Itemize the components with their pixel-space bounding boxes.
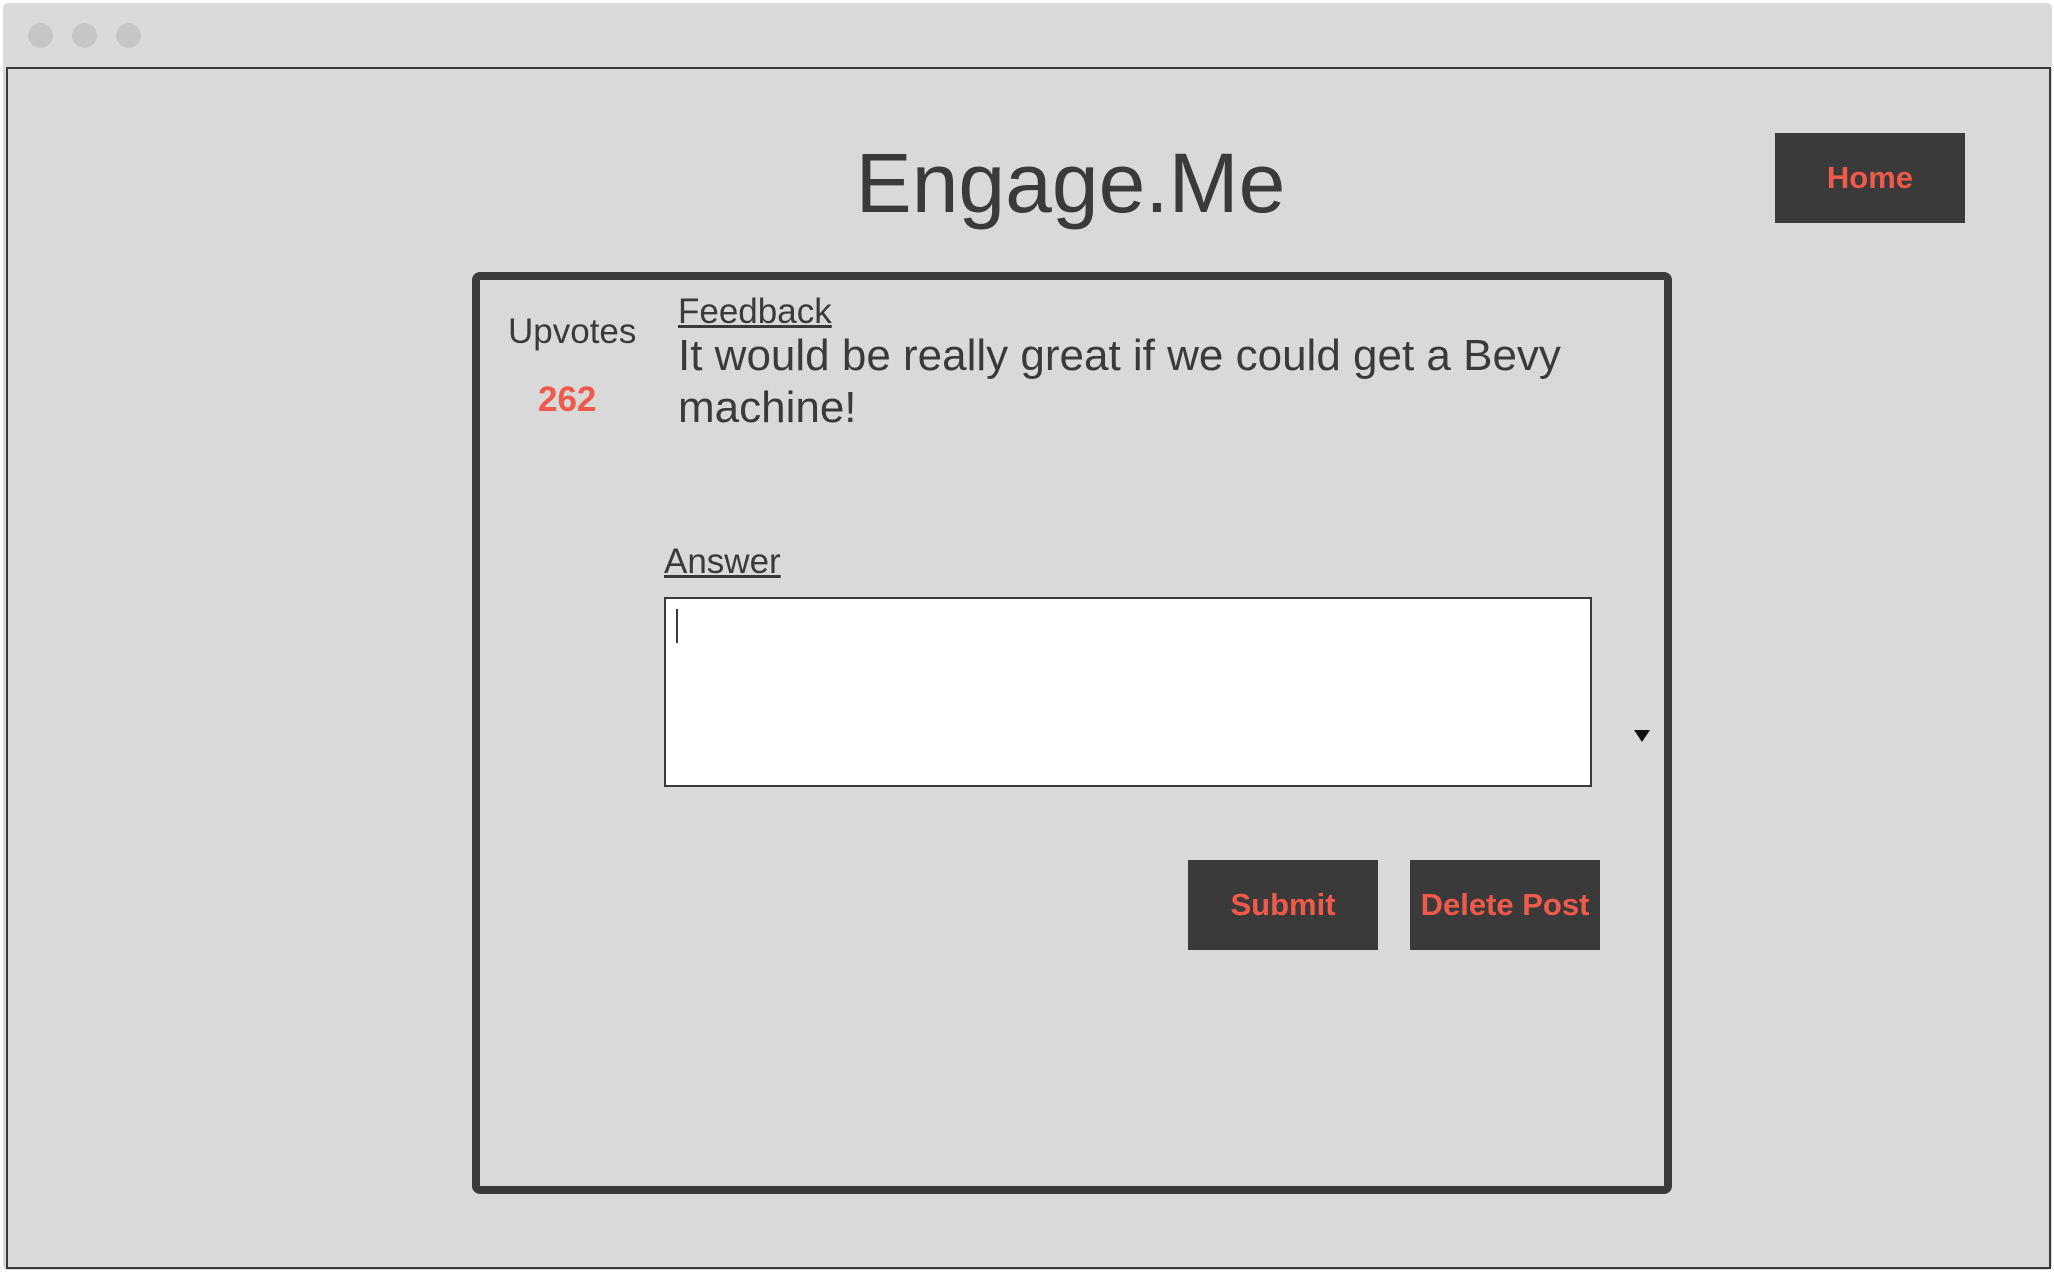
- window-minimize-dot[interactable]: [72, 23, 97, 48]
- window-titlebar: [3, 3, 2052, 67]
- window-maximize-dot[interactable]: [116, 23, 141, 48]
- browser-window: Engage.Me Home Upvotes 262 Feedback It w…: [3, 3, 2052, 1270]
- chevron-down-icon[interactable]: [1634, 730, 1650, 742]
- upvotes-count: 262: [538, 380, 597, 419]
- home-button[interactable]: Home: [1775, 133, 1965, 223]
- text-cursor: [676, 609, 678, 643]
- feedback-label: Feedback: [678, 292, 832, 331]
- delete-post-button[interactable]: Delete Post: [1410, 860, 1600, 950]
- submit-button[interactable]: Submit: [1188, 860, 1378, 950]
- window-close-dot[interactable]: [28, 23, 53, 48]
- page-title: Engage.Me: [855, 136, 1286, 230]
- answer-textarea[interactable]: [664, 597, 1592, 787]
- feedback-text: It would be really great if we could get…: [678, 331, 1561, 432]
- upvotes-label: Upvotes: [508, 312, 637, 351]
- page-viewport: Engage.Me Home Upvotes 262 Feedback It w…: [6, 67, 2051, 1269]
- post-card: Upvotes 262 Feedback It would be really …: [472, 272, 1672, 1194]
- answer-label: Answer: [664, 542, 781, 581]
